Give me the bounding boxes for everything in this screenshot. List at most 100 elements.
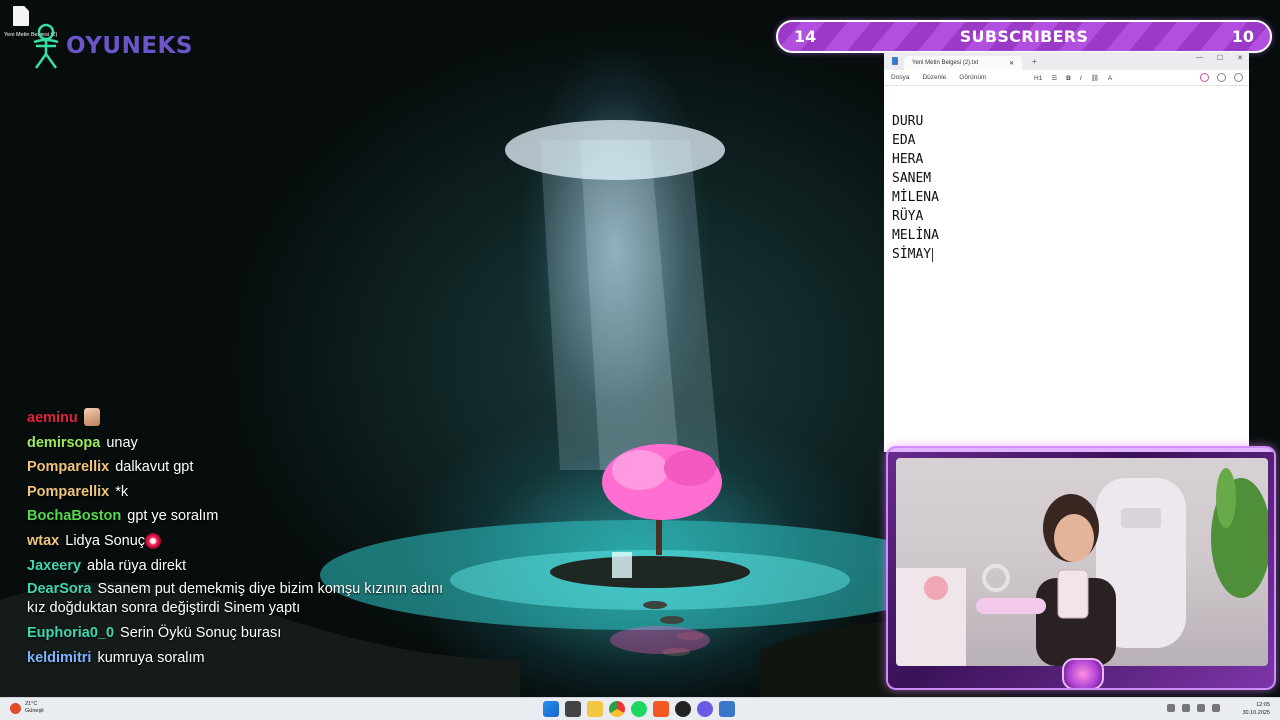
taskbar: 21°C Güneşli 12:05 30.10.2025 bbox=[0, 697, 1280, 720]
chat-username[interactable]: keldimitri bbox=[27, 650, 91, 666]
webcam-video bbox=[896, 458, 1268, 666]
obs-icon[interactable] bbox=[675, 701, 691, 717]
tray-chevron-icon[interactable] bbox=[1167, 704, 1175, 712]
chat-username[interactable]: Jaxeery bbox=[27, 558, 81, 574]
minimize-icon[interactable]: — bbox=[1196, 54, 1203, 62]
chat-username[interactable]: Euphoria0_0 bbox=[27, 625, 114, 641]
chat-message: wtax Lidya Sonuç bbox=[27, 529, 457, 554]
weather-widget[interactable]: 21°C Güneşli bbox=[10, 701, 44, 715]
windows-start-icon[interactable] bbox=[543, 701, 559, 717]
notepad-window[interactable]: Yeni Metin Belgesi (2).txt ✕ + — ☐ ✕ Dos… bbox=[884, 52, 1249, 452]
chat-username[interactable]: Pomparellix bbox=[27, 459, 109, 475]
chat-username[interactable]: demirsopa bbox=[27, 435, 100, 451]
chat-message: Pomparellix dalkavut gpt bbox=[27, 455, 457, 480]
chat-message: keldimitri kumruya soralım bbox=[27, 646, 457, 671]
subscribers-title: SUBSCRIBERS bbox=[959, 27, 1089, 46]
subscribers-right-count: 10 bbox=[1231, 27, 1254, 46]
clear-format-icon[interactable]: A bbox=[1108, 75, 1112, 82]
maximize-icon[interactable]: ☐ bbox=[1217, 54, 1223, 62]
subscribers-goal-bar: 14 SUBSCRIBERS 10 bbox=[776, 20, 1272, 53]
chat-message: aeminu bbox=[27, 406, 457, 431]
chat-username[interactable]: Pomparellix bbox=[27, 484, 109, 500]
channel-logo: OYUNEKS bbox=[28, 22, 193, 70]
notepad-menubar: Dosya Düzenle Görünüm H1 ☰ B I ⛓ A bbox=[884, 70, 1249, 86]
bold-button[interactable]: B bbox=[1066, 75, 1071, 82]
menu-file[interactable]: Dosya bbox=[891, 74, 909, 81]
notepad-app-icon bbox=[892, 57, 898, 65]
chat-text: Lidya Sonuç bbox=[65, 532, 146, 549]
clock-time: 12:05 bbox=[1256, 702, 1270, 708]
burst-emote-icon bbox=[145, 532, 162, 549]
chrome-icon[interactable] bbox=[609, 701, 625, 717]
sun-icon bbox=[10, 702, 21, 714]
discord-icon[interactable] bbox=[697, 701, 713, 717]
chat-text: abla rüya direkt bbox=[87, 557, 187, 574]
webcam-frame bbox=[886, 446, 1276, 690]
notepad-tab-title: Yeni Metin Belgesi (2).txt bbox=[912, 60, 979, 66]
chat-username[interactable]: aeminu bbox=[27, 410, 78, 426]
streamer-camera-scene bbox=[896, 468, 1268, 666]
volume-icon[interactable] bbox=[1197, 704, 1205, 712]
notepad-text-area[interactable]: DURU EDA HERA SANEM MİLENA RÜYA MELİNA S… bbox=[884, 86, 1249, 264]
notepad-tab[interactable]: Yeni Metin Belgesi (2).txt ✕ bbox=[904, 56, 1022, 70]
chat-text: kumruya soralım bbox=[97, 649, 205, 666]
subscribers-left-count: 14 bbox=[794, 27, 817, 46]
account-icon[interactable] bbox=[1217, 73, 1226, 82]
chat-username[interactable]: wtax bbox=[27, 533, 59, 549]
text-line-last: SİMAY bbox=[892, 245, 1249, 264]
chat-text: unay bbox=[106, 434, 138, 451]
list-icon[interactable]: ☰ bbox=[1051, 74, 1057, 82]
task-view-icon[interactable] bbox=[565, 701, 581, 717]
close-window-icon[interactable]: ✕ bbox=[1237, 54, 1243, 62]
heading-dropdown[interactable]: H1 bbox=[1034, 75, 1042, 82]
weather-desc: Güneşli bbox=[25, 708, 44, 714]
text-caret bbox=[932, 247, 934, 262]
menu-edit[interactable]: Düzenle bbox=[922, 74, 946, 81]
text-line: DURU bbox=[892, 114, 924, 129]
taskbar-clock[interactable]: 12:05 30.10.2025 bbox=[1242, 701, 1270, 717]
weather-temp: 21°C bbox=[25, 701, 38, 707]
chat-message: BochaBoston gpt ye soralım bbox=[27, 504, 457, 529]
taskbar-apps bbox=[543, 701, 735, 717]
close-tab-icon[interactable]: ✕ bbox=[1009, 60, 1014, 67]
chat-message: Jaxeery abla rüya direkt bbox=[27, 554, 457, 579]
text-line: EDA bbox=[892, 133, 916, 148]
text-line: SANEM bbox=[892, 171, 932, 186]
chat-text: dalkavut gpt bbox=[115, 459, 194, 476]
system-tray bbox=[1167, 704, 1220, 712]
chat-text: *k bbox=[115, 483, 129, 500]
text-line: SİMAY bbox=[892, 247, 932, 262]
chat-username[interactable]: DearSora bbox=[27, 581, 91, 597]
file-explorer-icon[interactable] bbox=[587, 701, 603, 717]
chat-overlay: aeminu demirsopa unay Pomparellix dalkavut g… bbox=[27, 406, 457, 670]
chat-message: Euphoria0_0 Serin Öykü Sonuç burası bbox=[27, 621, 457, 646]
notepad-titlebar[interactable]: Yeni Metin Belgesi (2).txt ✕ + — ☐ ✕ bbox=[884, 52, 1249, 70]
chat-message: demirsopa unay bbox=[27, 431, 457, 456]
webcam-top-accent bbox=[888, 448, 1274, 452]
logo-text: OYUNEKS bbox=[66, 33, 193, 59]
brave-icon[interactable] bbox=[653, 701, 669, 717]
lotus-badge-icon bbox=[1062, 658, 1104, 688]
link-icon[interactable]: ⛓ bbox=[1091, 74, 1099, 82]
clock-date: 30.10.2025 bbox=[1242, 710, 1270, 716]
chat-message: DearSora Ssanem put demekmiş diye bizim k… bbox=[27, 578, 457, 621]
character-logo-icon bbox=[33, 23, 59, 69]
text-line: RÜYA bbox=[892, 209, 924, 224]
new-tab-button[interactable]: + bbox=[1032, 57, 1037, 66]
text-line: MİLENA bbox=[892, 190, 939, 205]
face-emote-icon bbox=[83, 408, 100, 426]
text-file-icon bbox=[13, 6, 29, 26]
chat-text: Serin Öykü Sonuç burası bbox=[120, 625, 282, 642]
italic-button[interactable]: I bbox=[1080, 75, 1082, 82]
network-icon[interactable] bbox=[1182, 704, 1190, 712]
text-line: HERA bbox=[892, 152, 924, 167]
battery-icon[interactable] bbox=[1212, 704, 1220, 712]
text-line: MELİNA bbox=[892, 228, 939, 243]
menu-view[interactable]: Görünüm bbox=[959, 74, 986, 81]
spotify-icon[interactable] bbox=[631, 701, 647, 717]
copilot-icon[interactable] bbox=[1200, 73, 1209, 82]
chat-username[interactable]: BochaBoston bbox=[27, 508, 121, 524]
chat-text: gpt ye soralım bbox=[127, 508, 219, 525]
notepad-taskbar-icon[interactable] bbox=[719, 701, 735, 717]
settings-gear-icon[interactable] bbox=[1234, 73, 1243, 82]
